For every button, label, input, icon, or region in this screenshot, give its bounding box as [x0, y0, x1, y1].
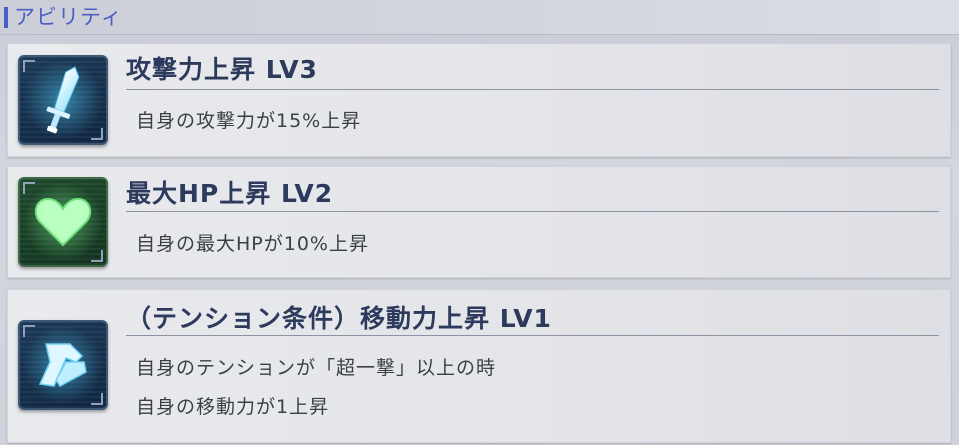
ability-card-attack[interactable]: 攻撃力上昇 LV3 自身の攻撃力が15%上昇 — [7, 43, 951, 157]
ability-header: アビリティ — [0, 0, 959, 35]
ability-description: 自身の最大HPが10%上昇 — [136, 233, 369, 255]
ability-title: （テンション条件）移動力上昇 LV1 — [126, 304, 552, 333]
section-title: アビリティ — [14, 5, 123, 29]
title-divider — [126, 211, 939, 212]
title-divider — [126, 89, 939, 90]
title-divider — [126, 335, 939, 336]
ability-title: 最大HP上昇 LV2 — [126, 179, 334, 208]
boot-icon — [18, 320, 108, 410]
ability-description-line-2: 自身の移動力が1上昇 — [136, 396, 330, 418]
ability-card-movement[interactable]: （テンション条件）移動力上昇 LV1 自身のテンションが「超一撃」以上の時 自身… — [7, 289, 951, 443]
header-accent-bar — [4, 7, 8, 28]
ability-description: 自身の攻撃力が15%上昇 — [136, 110, 362, 132]
ability-card-max-hp[interactable]: 最大HP上昇 LV2 自身の最大HPが10%上昇 — [7, 166, 951, 278]
ability-title: 攻撃力上昇 LV3 — [126, 55, 318, 84]
heart-icon — [18, 177, 108, 267]
sword-icon — [18, 55, 108, 145]
ability-description-line-1: 自身のテンションが「超一撃」以上の時 — [136, 357, 497, 379]
